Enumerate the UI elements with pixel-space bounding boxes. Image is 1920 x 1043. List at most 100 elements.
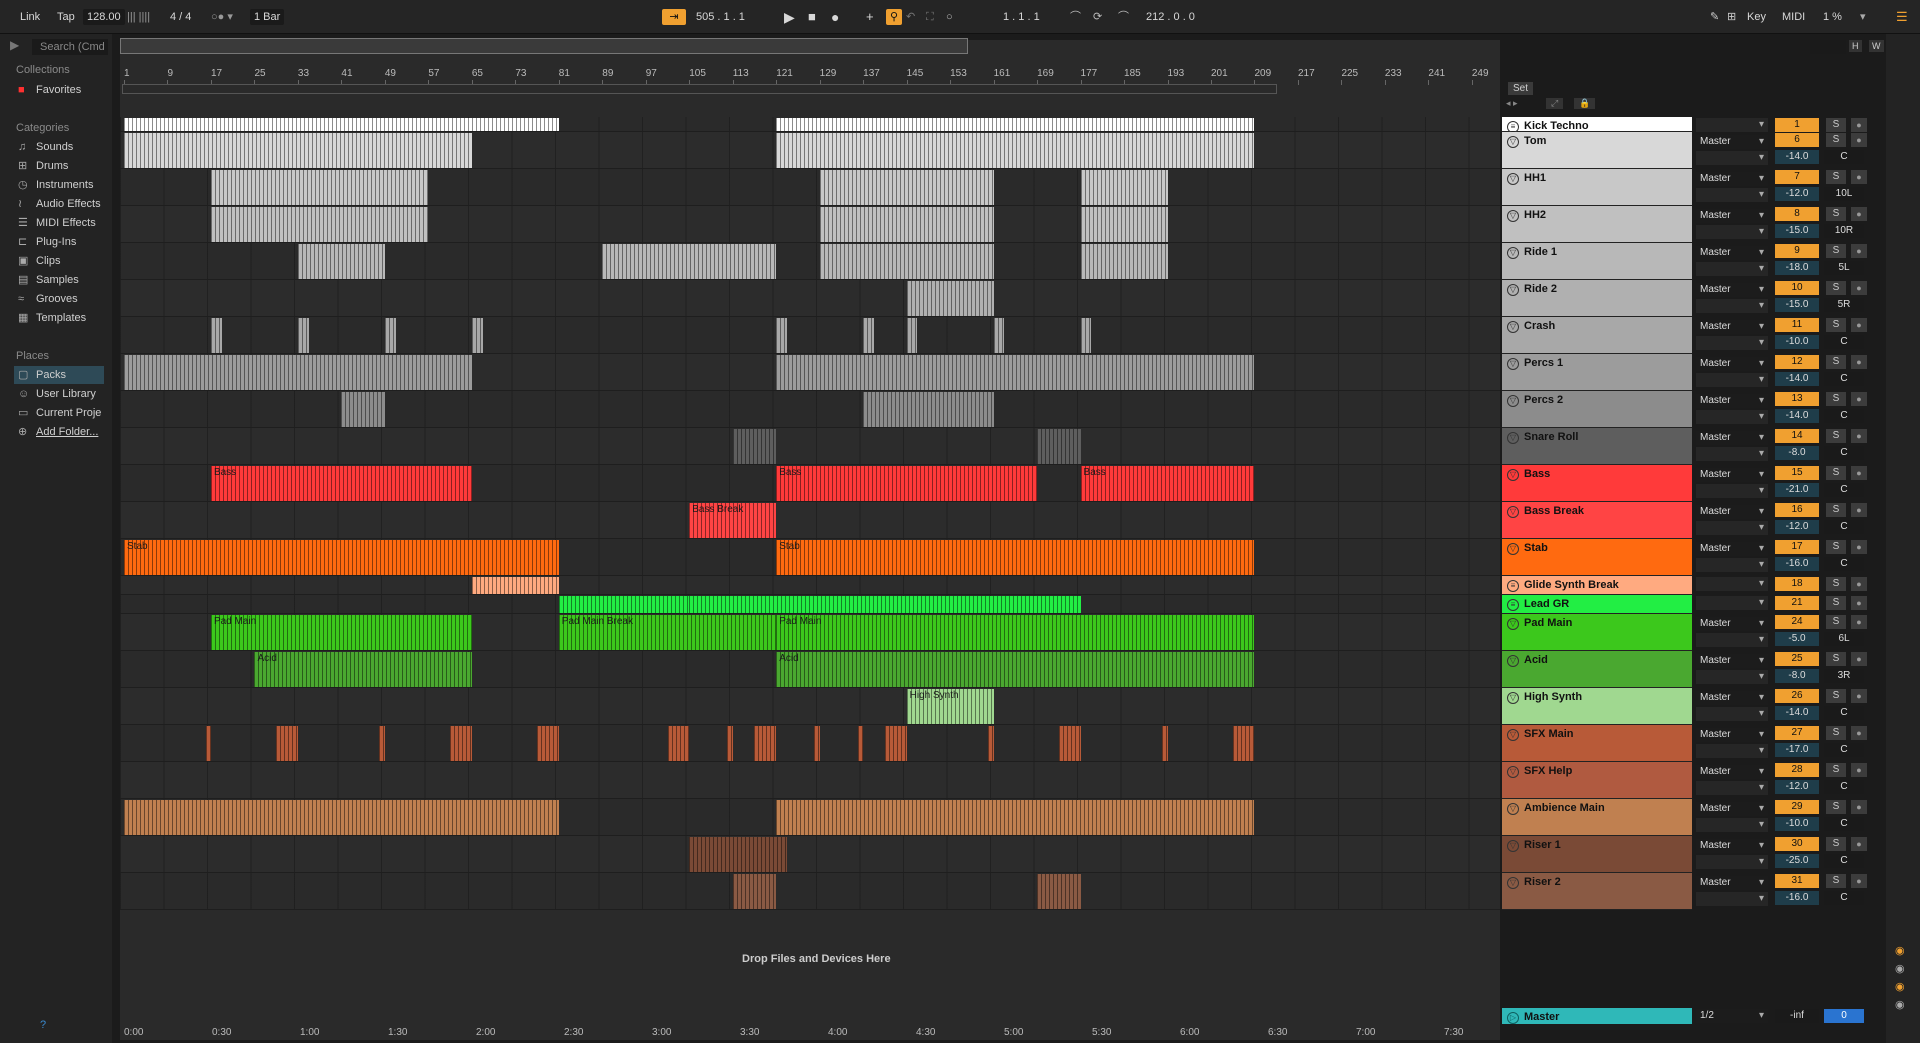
fold-icon[interactable]: ▽ [1507, 469, 1519, 481]
output-routing-select[interactable]: Master [1696, 283, 1768, 297]
output-routing-select[interactable]: Master [1696, 691, 1768, 705]
clip[interactable] [988, 726, 994, 761]
pan-field[interactable]: 5L [1824, 261, 1864, 275]
clip[interactable] [297, 244, 385, 279]
fold-icon[interactable]: ▽ [1507, 543, 1519, 555]
track-activator[interactable]: 8 [1775, 207, 1819, 221]
arm-button[interactable]: ● [1851, 837, 1867, 851]
fold-icon[interactable]: ▽ [1507, 840, 1519, 852]
input-routing-select[interactable] [1696, 484, 1768, 498]
track-lane[interactable] [120, 836, 1500, 873]
clip[interactable] [1080, 318, 1092, 353]
clip[interactable] [776, 355, 1255, 390]
fold-icon[interactable]: ▽ [1507, 803, 1519, 815]
pan-field[interactable]: 3R [1824, 669, 1864, 683]
clip[interactable] [210, 318, 222, 353]
drop-zone-text[interactable]: Drop Files and Devices Here [742, 953, 891, 965]
clip[interactable]: Stab [124, 540, 559, 575]
clip[interactable]: Acid [776, 652, 1255, 687]
loop-icon[interactable]: ⟳ [1093, 9, 1102, 25]
track-activator[interactable]: 9 [1775, 244, 1819, 258]
volume-field[interactable]: -10.0 [1775, 335, 1819, 349]
mixer-icon[interactable]: ◉ [1895, 980, 1905, 993]
track-lane[interactable] [120, 280, 1500, 317]
input-routing-select[interactable] [1696, 262, 1768, 276]
clip[interactable] [863, 318, 875, 353]
volume-field[interactable]: -10.0 [1775, 817, 1819, 831]
track-activator[interactable]: 1 [1775, 118, 1819, 132]
fold-icon[interactable]: ▽ [1507, 432, 1519, 444]
track-activator[interactable]: 29 [1775, 800, 1819, 814]
loop-length-display[interactable]: 212 . 0 . 0 [1146, 9, 1218, 25]
tap-button[interactable]: Tap [57, 9, 75, 25]
track-header[interactable]: ▽ Bass Break [1502, 502, 1692, 539]
clip[interactable] [124, 133, 472, 168]
arm-button[interactable]: ● [1851, 615, 1867, 629]
track-header[interactable]: ▽ Riser 1 [1502, 836, 1692, 873]
output-routing-select[interactable] [1696, 596, 1768, 610]
clip[interactable] [1080, 207, 1168, 242]
fold-icon[interactable]: ▷ [1507, 1012, 1519, 1024]
track-header[interactable]: ▽ HH1 [1502, 169, 1692, 206]
record-button[interactable]: ● [831, 9, 839, 25]
punch-out-icon[interactable]: ⌒ [1118, 9, 1129, 25]
clip[interactable] [205, 726, 211, 761]
time-ruler[interactable]: 0:00 0:30 1:00 1:30 2:00 2:30 3:00 3:30 4:00 4:30… [120, 1024, 1500, 1040]
arm-button[interactable]: ● [1851, 596, 1867, 610]
solo-button[interactable]: S [1826, 244, 1846, 258]
follow-icon[interactable]: ○● ▾ [211, 9, 233, 25]
input-routing-select[interactable] [1696, 633, 1768, 647]
clip[interactable] [819, 207, 994, 242]
solo-button[interactable]: S [1826, 540, 1846, 554]
input-routing-select[interactable] [1696, 558, 1768, 572]
width-toggle-button[interactable]: W [1869, 40, 1884, 52]
fold-icon[interactable]: ▽ [1507, 395, 1519, 407]
arm-button[interactable]: ● [1851, 577, 1867, 591]
solo-button[interactable]: S [1826, 355, 1846, 369]
track-activator[interactable]: 25 [1775, 652, 1819, 666]
clip[interactable]: Pad Main [210, 615, 472, 650]
clip[interactable] [667, 726, 690, 761]
clip[interactable] [1232, 726, 1255, 761]
pan-field[interactable]: C [1824, 706, 1864, 720]
solo-button[interactable]: S [1826, 763, 1846, 777]
clip[interactable] [689, 837, 788, 872]
browser-toggle-icon[interactable]: ▶ [10, 38, 19, 52]
volume-field[interactable]: -14.0 [1775, 409, 1819, 423]
solo-button[interactable]: S [1826, 726, 1846, 740]
volume-field[interactable]: -21.0 [1775, 483, 1819, 497]
track-lane[interactable] [120, 502, 1500, 539]
output-routing-select[interactable]: Master [1696, 135, 1768, 149]
arm-button[interactable]: ● [1851, 244, 1867, 258]
arm-button[interactable]: ● [1851, 170, 1867, 184]
track-activator[interactable]: 31 [1775, 874, 1819, 888]
arm-button[interactable]: ● [1851, 466, 1867, 480]
track-header[interactable]: ≡ Lead GR [1502, 595, 1692, 614]
solo-button[interactable]: S [1826, 652, 1846, 666]
solo-button[interactable]: S [1826, 874, 1846, 888]
solo-button[interactable]: S [1826, 837, 1846, 851]
volume-field[interactable]: -14.0 [1775, 372, 1819, 386]
clip[interactable] [732, 874, 777, 909]
fold-icon[interactable]: ▽ [1507, 136, 1519, 148]
tempo-field[interactable]: 128.00 [83, 9, 125, 25]
loop-brace[interactable] [122, 84, 1277, 94]
clip[interactable] [906, 281, 994, 316]
pan-field[interactable]: C [1824, 854, 1864, 868]
track-lane[interactable] [120, 391, 1500, 428]
loop-start-display[interactable]: 1 . 1 . 1 [1003, 9, 1073, 25]
clip[interactable]: Bass [210, 466, 472, 501]
fold-icon[interactable]: ▽ [1507, 247, 1519, 259]
output-routing-select[interactable]: Master [1696, 320, 1768, 334]
clip[interactable] [906, 318, 918, 353]
pan-field[interactable]: C [1824, 483, 1864, 497]
output-routing-select[interactable]: Master [1696, 172, 1768, 186]
sidebar-item-instruments[interactable]: ◷ Instruments [14, 176, 104, 194]
master-volume[interactable]: -inf [1775, 1009, 1819, 1023]
track-activator[interactable]: 30 [1775, 837, 1819, 851]
sidebar-item-user-library[interactable]: ☺ User Library [14, 385, 104, 403]
clip[interactable] [1037, 874, 1081, 909]
play-button[interactable]: ▶ [784, 9, 795, 25]
clip[interactable] [558, 596, 690, 613]
arm-button[interactable]: ● [1851, 652, 1867, 666]
